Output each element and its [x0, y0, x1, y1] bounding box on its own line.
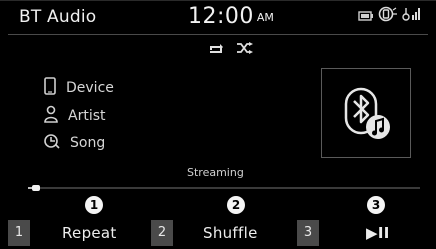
- streaming-status: Streaming: [187, 166, 244, 179]
- progress-bar[interactable]: [28, 185, 420, 191]
- bt-audio-screen: BT Audio 12:00 AM Device Artist Song Str…: [0, 0, 436, 249]
- album-art: [321, 68, 411, 158]
- preset-3-button[interactable]: 3: [297, 220, 319, 246]
- shuffle-icon: [236, 39, 254, 58]
- callout-1: 1: [85, 196, 103, 214]
- app-title: BT Audio: [19, 7, 97, 27]
- phone-link-icon: [378, 6, 398, 26]
- repeat-button[interactable]: Repeat: [62, 224, 117, 242]
- progress-knob[interactable]: [31, 185, 40, 191]
- person-icon: [44, 105, 58, 127]
- preset-2-button[interactable]: 2: [151, 220, 173, 246]
- preset-1-button[interactable]: 1: [8, 220, 30, 246]
- status-bar: BT Audio 12:00 AM: [0, 1, 436, 37]
- song-label: Song: [70, 135, 106, 151]
- header-divider: [8, 34, 428, 35]
- device-row: Device: [44, 77, 114, 99]
- song-icon: [44, 132, 60, 154]
- clock-ampm: AM: [256, 11, 274, 24]
- callout-2: 2: [227, 196, 245, 214]
- bluetooth-music-icon: [342, 87, 392, 145]
- phone-icon: [44, 77, 56, 99]
- artist-row: Artist: [44, 105, 106, 127]
- battery-icon: [358, 7, 374, 26]
- clock-time: 12:00: [188, 4, 254, 29]
- shuffle-button[interactable]: Shuffle: [203, 224, 258, 242]
- mode-icons: [208, 39, 254, 58]
- device-label: Device: [66, 80, 114, 96]
- artist-label: Artist: [68, 108, 106, 124]
- status-icons: [358, 6, 420, 26]
- clock: 12:00 AM: [188, 4, 274, 29]
- signal-icon: [402, 6, 420, 26]
- play-pause-button[interactable]: ▶II: [366, 224, 390, 242]
- song-row: Song: [44, 132, 105, 154]
- callout-3: 3: [367, 196, 385, 214]
- repeat-icon: [208, 39, 224, 58]
